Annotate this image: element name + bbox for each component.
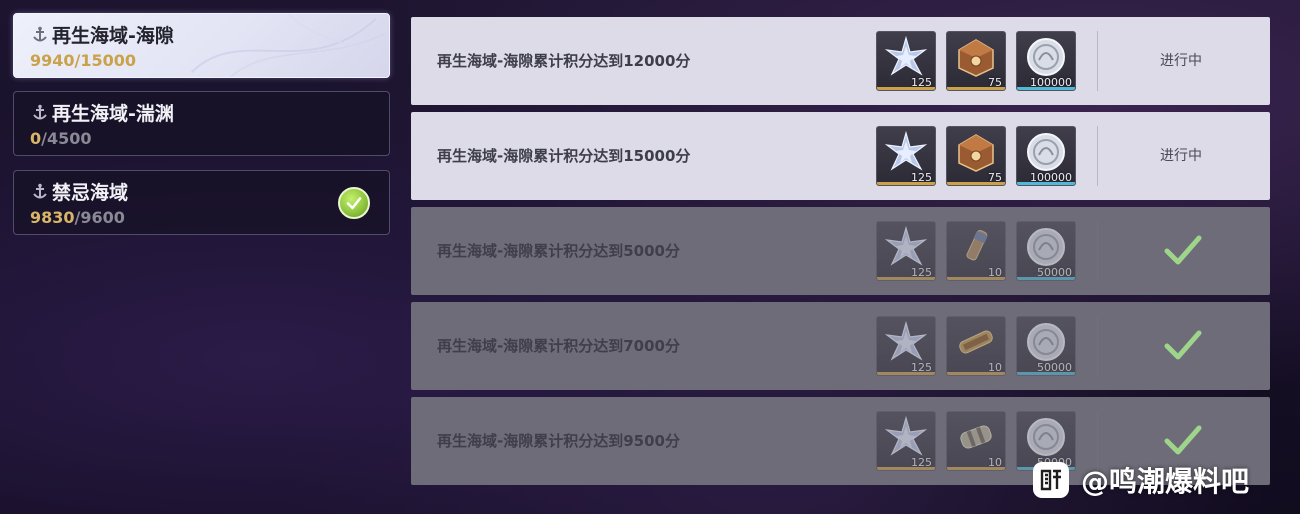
star-crystal-icon xyxy=(883,130,929,173)
divider xyxy=(1097,126,1098,186)
reward-slot[interactable]: 125 xyxy=(876,31,936,91)
reward-slot[interactable]: 100000 xyxy=(1016,126,1076,186)
rarity-bar xyxy=(947,182,1005,185)
divider xyxy=(1097,31,1098,91)
treasure-chest-icon xyxy=(953,131,999,173)
rarity-bar xyxy=(947,372,1005,375)
reward-slot[interactable]: 100000 xyxy=(1016,31,1076,91)
region-item-haixi[interactable]: 再生海域-海隙 9940/15000 xyxy=(13,13,390,78)
rarity-bar xyxy=(877,277,935,280)
region-name: 再生海域-湍渊 xyxy=(52,103,174,125)
rarity-bar xyxy=(877,87,935,90)
task-label: 再生海域-海隙累计积分达到5000分 xyxy=(437,242,680,260)
reward-slot[interactable]: 75 xyxy=(946,126,1006,186)
task-row[interactable]: 再生海域-海隙累计积分达到15000分 125 75 100000 进行中 xyxy=(411,112,1270,200)
rarity-bar xyxy=(1017,182,1075,185)
reward-slot[interactable]: 50000 xyxy=(1016,316,1076,376)
rarity-bar xyxy=(877,467,935,470)
watermark-text: @鸣潮爆料吧 xyxy=(1081,465,1250,498)
rarity-bar xyxy=(877,182,935,185)
star-crystal-icon xyxy=(883,320,929,363)
task-row[interactable]: 再生海域-海隙累计积分达到7000分 125 10 50000 xyxy=(411,302,1270,390)
task-label: 再生海域-海隙累计积分达到9500分 xyxy=(437,432,680,450)
rarity-bar xyxy=(877,372,935,375)
shell-coin-icon xyxy=(1023,36,1069,78)
treasure-chest-icon xyxy=(953,36,999,78)
region-name: 禁忌海域 xyxy=(52,182,129,204)
completed-check-icon xyxy=(1163,233,1203,269)
region-progress: 9940/15000 xyxy=(30,51,137,70)
scroll-item-icon xyxy=(953,321,999,363)
shell-coin-icon xyxy=(1023,226,1069,268)
region-item-tuanyuan[interactable]: 再生海域-湍渊 0/4500 xyxy=(13,91,390,156)
task-label: 再生海域-海隙累计积分达到12000分 xyxy=(437,52,691,70)
rarity-bar xyxy=(1017,87,1075,90)
reward-slot[interactable]: 125 xyxy=(876,316,936,376)
shell-coin-icon xyxy=(1023,321,1069,363)
reward-slot[interactable]: 10 xyxy=(946,411,1006,471)
divider xyxy=(1097,316,1098,376)
shell-coin-icon xyxy=(1023,131,1069,173)
reward-slot[interactable]: 125 xyxy=(876,221,936,281)
tieba-logo-icon xyxy=(1033,462,1069,498)
reward-slot[interactable]: 125 xyxy=(876,126,936,186)
completed-check-icon xyxy=(1163,328,1203,364)
divider xyxy=(1097,221,1098,281)
rarity-bar xyxy=(1017,277,1075,280)
region-progress: 9830/9600 xyxy=(30,208,125,227)
reward-slot[interactable]: 10 xyxy=(946,316,1006,376)
reward-slot[interactable]: 50000 xyxy=(1016,221,1076,281)
task-row[interactable]: 再生海域-海隙累计积分达到5000分 125 10 50000 xyxy=(411,207,1270,295)
rarity-bar xyxy=(1017,372,1075,375)
reward-slot[interactable]: 10 xyxy=(946,221,1006,281)
region-name: 再生海域-海隙 xyxy=(52,25,174,47)
swirl-decoration xyxy=(191,14,386,77)
reward-slot[interactable]: 75 xyxy=(946,31,1006,91)
star-crystal-icon xyxy=(883,35,929,78)
completed-check-icon xyxy=(1163,423,1203,459)
rarity-bar xyxy=(947,467,1005,470)
anchor-icon xyxy=(32,26,48,44)
star-crystal-icon xyxy=(883,415,929,458)
anchor-icon xyxy=(32,183,48,201)
task-label: 再生海域-海隙累计积分达到7000分 xyxy=(437,337,680,355)
task-label: 再生海域-海隙累计积分达到15000分 xyxy=(437,147,691,165)
task-status: 进行中 xyxy=(1160,53,1202,69)
canister-item-icon xyxy=(953,416,999,458)
region-item-jinji[interactable]: 禁忌海域 9830/9600 xyxy=(13,170,390,235)
tool-item-icon xyxy=(953,226,999,268)
region-progress: 0/4500 xyxy=(30,129,92,148)
anchor-icon xyxy=(32,104,48,122)
reward-slot[interactable]: 125 xyxy=(876,411,936,471)
rarity-bar xyxy=(947,87,1005,90)
complete-check-icon xyxy=(338,187,370,219)
task-status: 进行中 xyxy=(1160,148,1202,164)
rarity-bar xyxy=(947,277,1005,280)
star-crystal-icon xyxy=(883,225,929,268)
task-row[interactable]: 再生海域-海隙累计积分达到12000分 125 75 100000 进行中 xyxy=(411,17,1270,105)
shell-coin-icon xyxy=(1023,416,1069,458)
watermark: @鸣潮爆料吧 xyxy=(1033,458,1249,502)
